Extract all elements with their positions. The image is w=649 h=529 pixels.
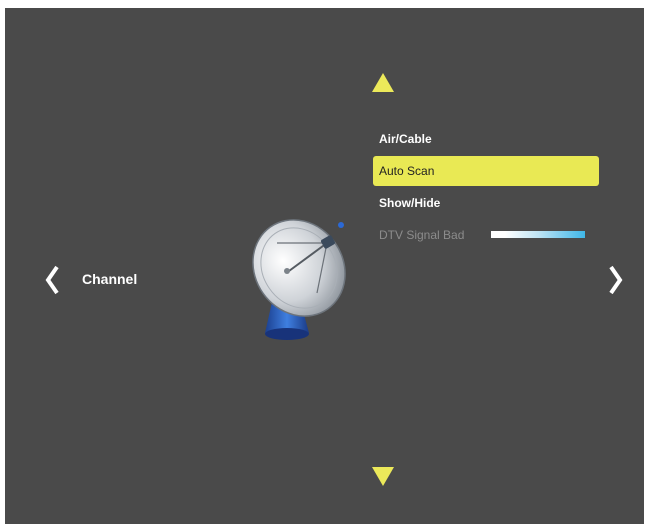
menu-item-show-hide[interactable]: Show/Hide — [373, 188, 599, 218]
menu-item-label: Auto Scan — [379, 164, 435, 178]
menu-item-auto-scan[interactable]: Auto Scan — [373, 156, 599, 186]
chevron-left-icon[interactable] — [43, 264, 63, 296]
satellite-dish-icon — [252, 219, 346, 340]
menu-item-label: DTV Signal Bad — [379, 228, 465, 242]
menu-item-label: Show/Hide — [379, 196, 441, 210]
scroll-up-arrow-icon[interactable] — [372, 73, 394, 92]
signal-strength-bar — [491, 231, 585, 238]
menu-item-air-cable[interactable]: Air/Cable — [373, 124, 599, 154]
scroll-down-arrow-icon[interactable] — [372, 467, 394, 486]
channel-menu: Air/Cable Auto Scan Show/Hide DTV Signal… — [373, 124, 599, 252]
chevron-right-icon[interactable] — [605, 264, 625, 296]
menu-item-dtv-signal: DTV Signal Bad — [373, 220, 599, 250]
tv-menu-screen: Channel Air/Cable Auto Scan Show/Hide DT… — [5, 8, 644, 524]
menu-item-label: Air/Cable — [379, 132, 432, 146]
category-title: Channel — [82, 271, 138, 287]
